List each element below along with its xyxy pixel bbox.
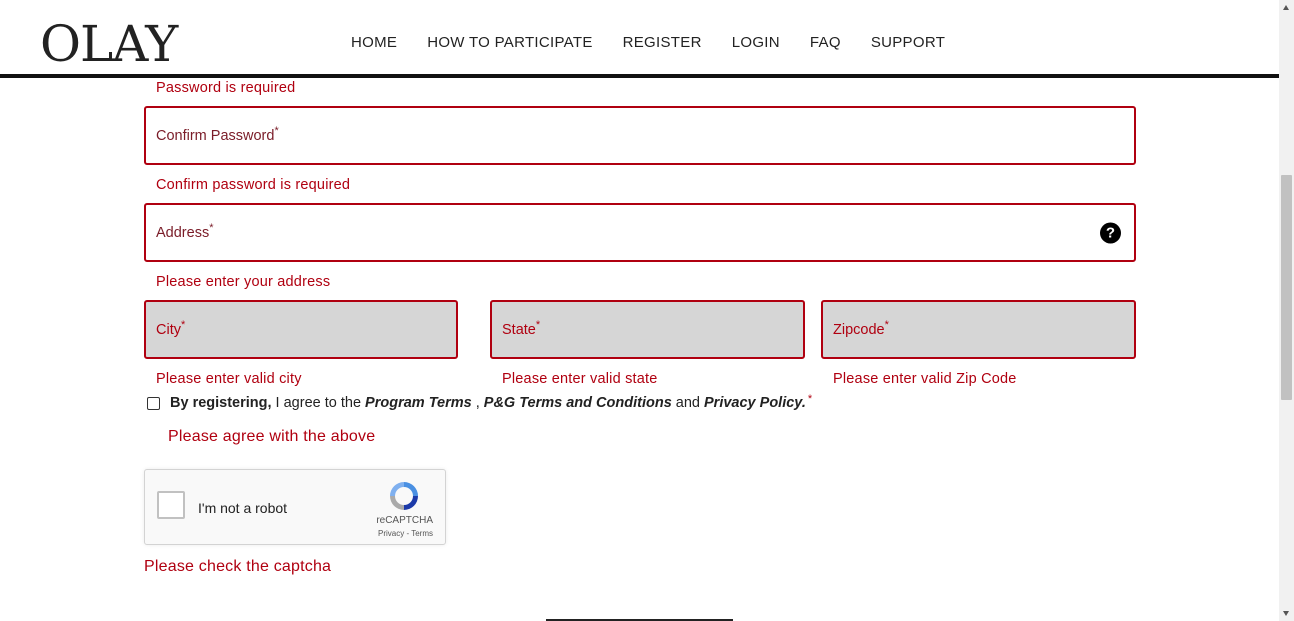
recaptcha-privacy-terms[interactable]: Privacy - Terms — [378, 529, 433, 538]
confirm-password-label: Confirm Password* — [156, 124, 279, 144]
agree-required-mark: * — [807, 393, 813, 405]
scroll-down-arrow-icon[interactable] — [1283, 611, 1289, 616]
zip-error: Please enter valid Zip Code — [833, 371, 1017, 387]
zipcode-field[interactable]: Zipcode* — [821, 300, 1136, 359]
nav-faq[interactable]: FAQ — [810, 34, 841, 51]
main-nav: HOME HOW TO PARTICIPATE REGISTER LOGIN F… — [351, 34, 945, 51]
recaptcha-logo-icon — [390, 482, 418, 510]
agree-checkbox[interactable] — [147, 396, 160, 410]
confirm-password-field[interactable]: Confirm Password* — [144, 106, 1136, 165]
state-error: Please enter valid state — [502, 371, 658, 387]
recaptcha-widget: I'm not a robot reCAPTCHA Privacy - Term… — [144, 469, 446, 545]
recaptcha-label: I'm not a robot — [198, 500, 288, 516]
password-error: Password is required — [156, 80, 296, 96]
agree-text: I agree to the — [271, 395, 366, 411]
nav-home[interactable]: HOME — [351, 34, 397, 51]
city-error: Please enter valid city — [156, 371, 302, 387]
recaptcha-checkbox[interactable] — [157, 491, 185, 519]
zipcode-label: Zipcode* — [833, 318, 889, 338]
city-label: City* — [156, 318, 186, 338]
recaptcha-brand: reCAPTCHA — [376, 515, 433, 526]
scroll-thumb[interactable] — [1281, 175, 1292, 400]
confirm-password-error: Confirm password is required — [156, 177, 351, 193]
nav-support[interactable]: SUPPORT — [871, 34, 945, 51]
help-icon[interactable]: ? — [1100, 222, 1121, 243]
agree-separator: , — [471, 395, 484, 411]
page-scrollbar[interactable] — [1279, 0, 1294, 621]
address-error: Please enter your address — [156, 274, 331, 290]
city-field[interactable]: City* — [144, 300, 458, 359]
agree-bold-text: By registering, — [170, 395, 272, 411]
nav-register[interactable]: REGISTER — [623, 34, 702, 51]
pg-terms-link[interactable]: P&G Terms and Conditions — [484, 395, 672, 411]
olay-logo[interactable]: OLAY — [40, 14, 178, 74]
address-label: Address* — [156, 221, 214, 241]
site-header: OLAY HOME HOW TO PARTICIPATE REGISTER LO… — [0, 0, 1279, 78]
agree-and: and — [671, 395, 705, 411]
state-field[interactable]: State* — [490, 300, 805, 359]
page: OLAY HOME HOW TO PARTICIPATE REGISTER LO… — [0, 0, 1279, 621]
agree-error: Please agree with the above — [168, 428, 376, 445]
captcha-error: Please check the captcha — [144, 558, 332, 575]
agree-row: By registering, I agree to the Program T… — [147, 393, 813, 411]
scroll-up-arrow-icon[interactable] — [1283, 5, 1289, 10]
state-label: State* — [502, 318, 541, 338]
privacy-policy-link[interactable]: Privacy Policy. — [704, 395, 806, 411]
nav-login[interactable]: LOGIN — [732, 34, 780, 51]
address-field[interactable]: Address* ? — [144, 203, 1136, 262]
program-terms-link[interactable]: Program Terms — [365, 395, 472, 411]
nav-how-to-participate[interactable]: HOW TO PARTICIPATE — [427, 34, 592, 51]
